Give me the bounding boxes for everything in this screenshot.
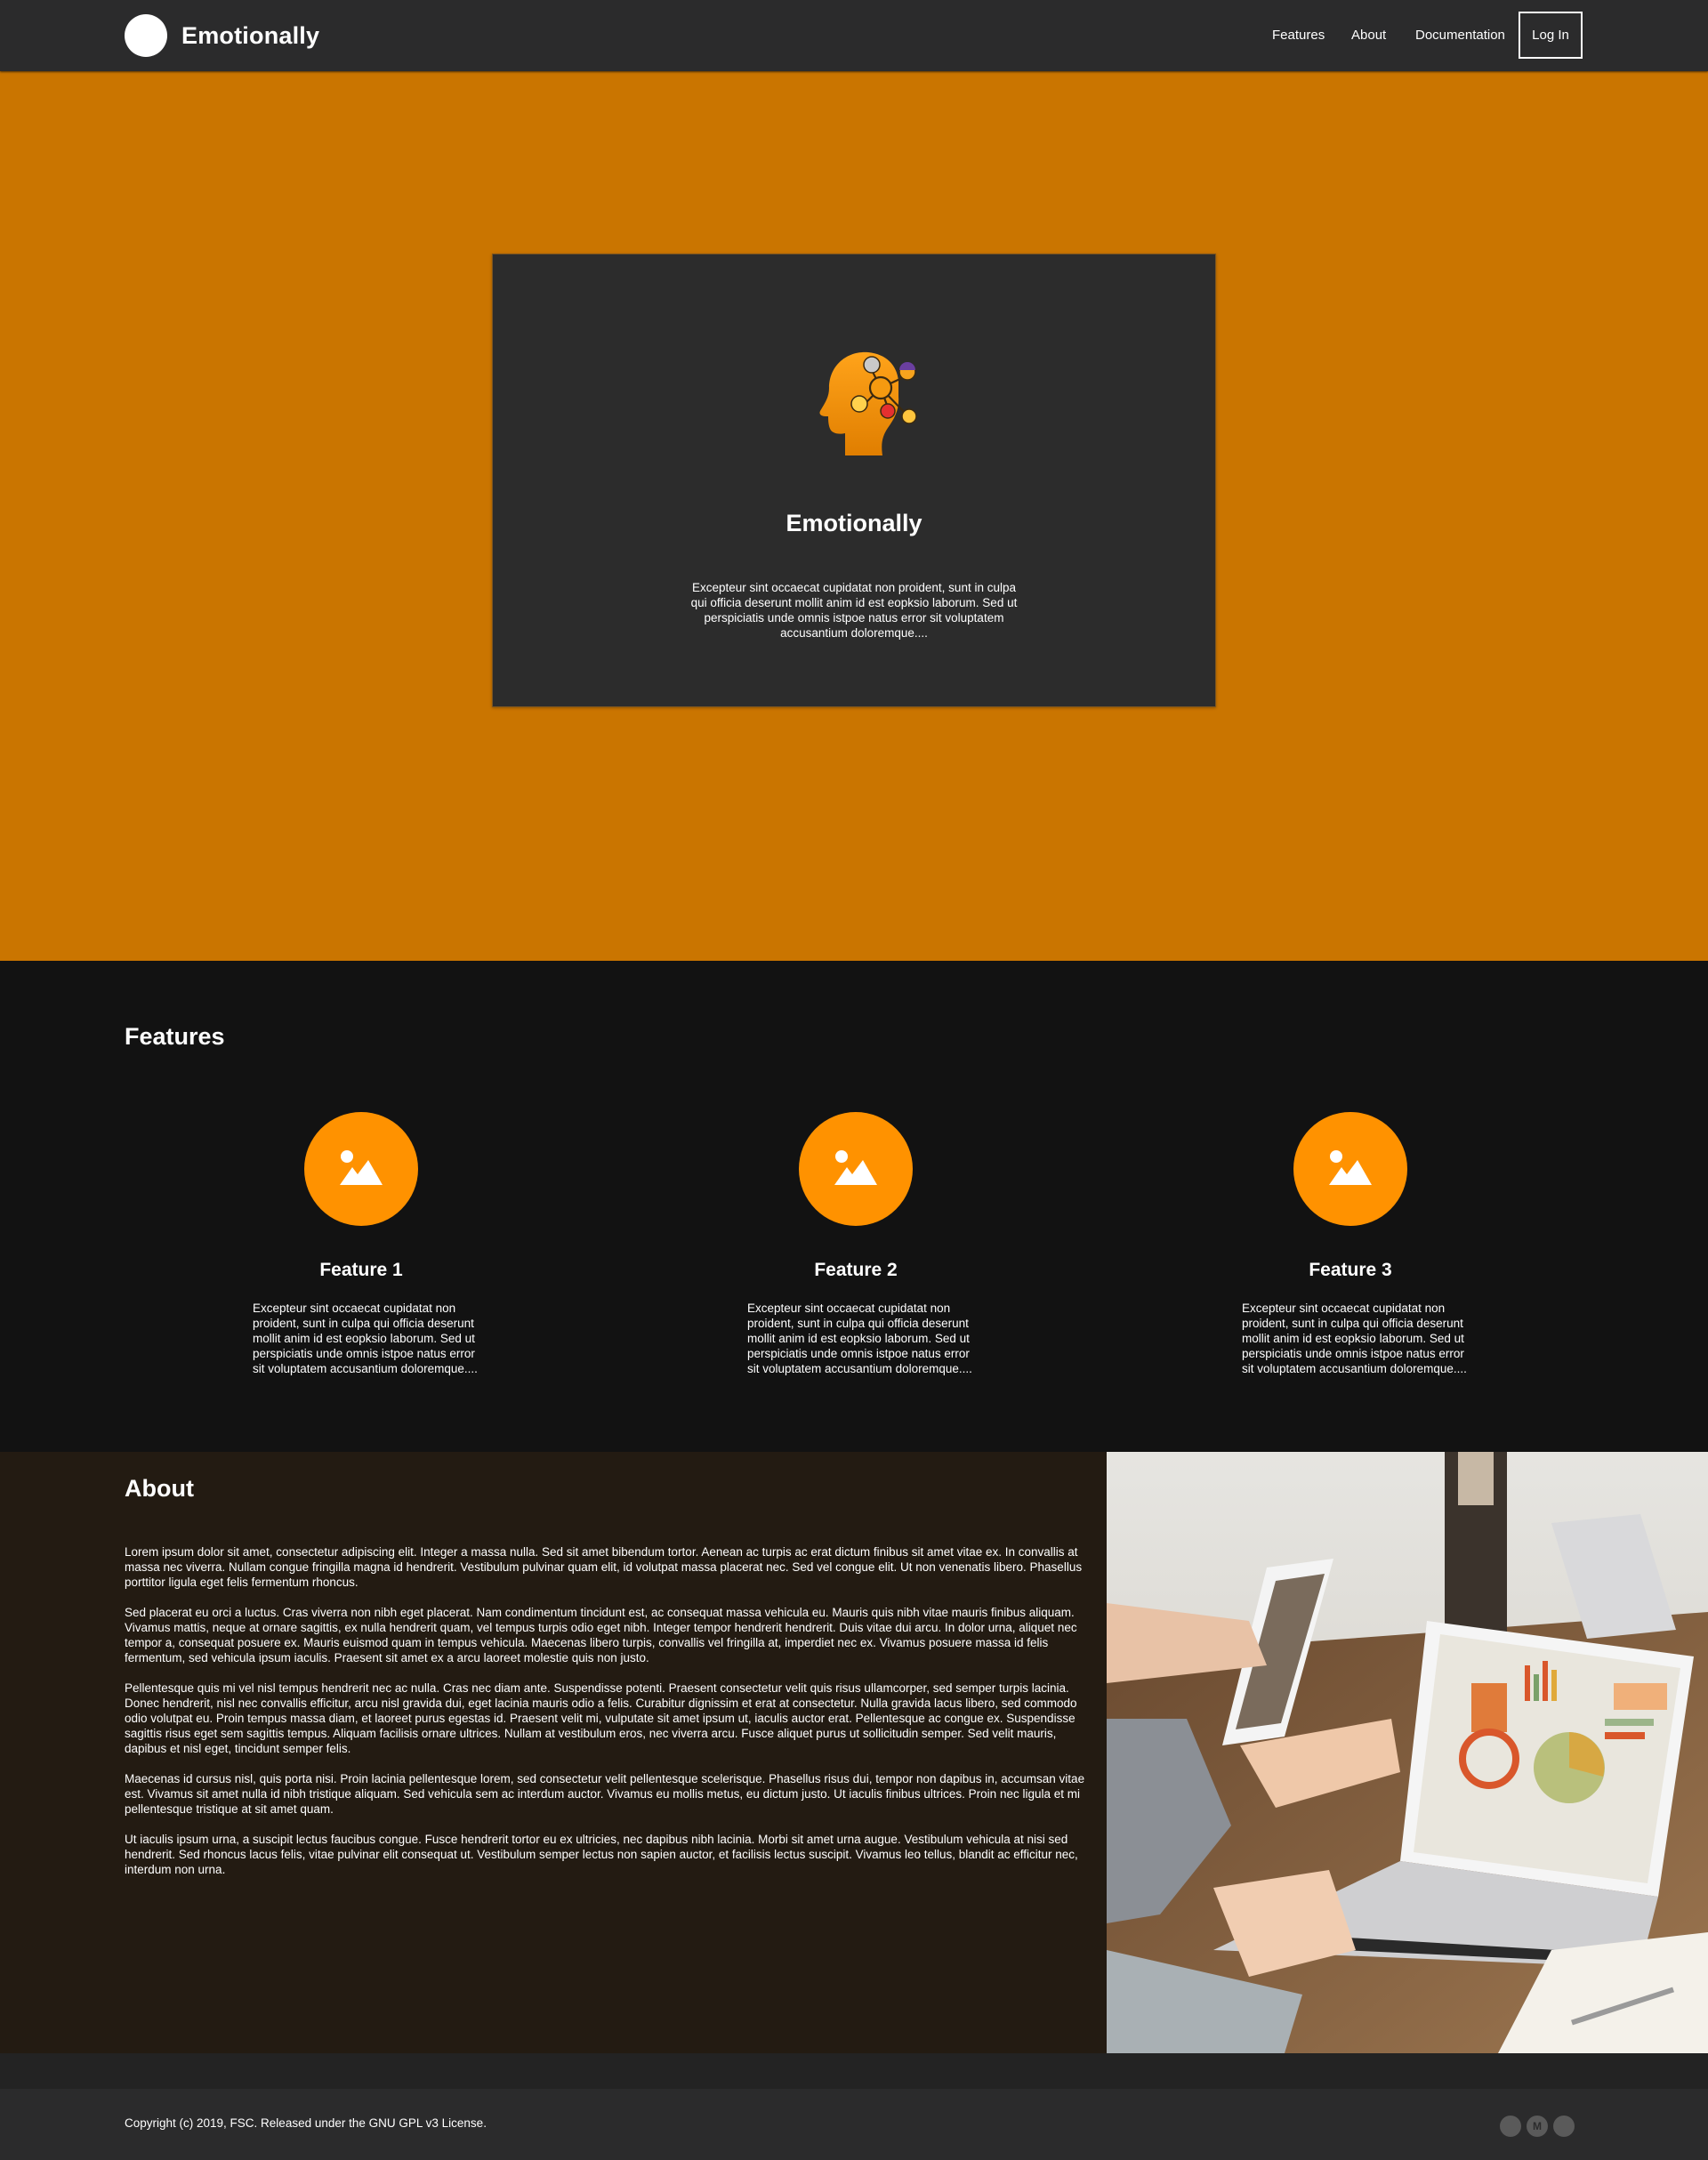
nav-link-features[interactable]: Features <box>1272 27 1325 44</box>
about-paragraph: Ut iaculis ipsum urna, a suscipit lectus… <box>125 1833 1078 1876</box>
feature-1-image-circle <box>304 1112 418 1226</box>
nav-link-about[interactable]: About <box>1351 27 1386 44</box>
footer: Copyright (c) 2019, FSC. Released under … <box>0 2089 1708 2160</box>
feature-3-text: Excepteur sint occaecat cupidatat non pr… <box>1242 1302 1467 1375</box>
feature-3-image-circle <box>1293 1112 1407 1226</box>
brand-logo[interactable] <box>125 14 167 57</box>
hero-description: Excepteur sint occaecat cupidatat non pr… <box>690 581 1018 640</box>
about-paragraph: Sed placerat eu orci a luctus. Cras vive… <box>125 1606 1077 1664</box>
medium-icon[interactable]: M <box>1527 2116 1548 2137</box>
emotion-head-icon <box>819 351 917 455</box>
laptop-photo-illustration <box>1107 1452 1708 2053</box>
feature-2-text: Excepteur sint occaecat cupidatat non pr… <box>747 1302 972 1375</box>
social-icon[interactable] <box>1553 2116 1575 2137</box>
footer-copyright: Copyright (c) 2019, FSC. Released under … <box>125 2116 487 2130</box>
about-title: About <box>125 1475 194 1502</box>
hero-title: Emotionally <box>786 510 922 536</box>
nav-link-documentation[interactable]: Documentation <box>1415 27 1505 44</box>
about-paragraph: Maecenas id cursus nisl, quis porta nisi… <box>125 1772 1085 1816</box>
about-paragraph: Lorem ipsum dolor sit amet, consectetur … <box>125 1545 1083 1589</box>
feature-2-title: Feature 2 <box>814 1260 898 1280</box>
image-placeholder-icon <box>1329 1150 1372 1185</box>
feature-2-image-circle <box>799 1112 913 1226</box>
hero-section: Emotionally Excepteur sint occaecat cupi… <box>0 71 1708 961</box>
image-placeholder-icon <box>834 1150 877 1185</box>
social-icon[interactable] <box>1500 2116 1521 2137</box>
feature-1-text: Excepteur sint occaecat cupidatat non pr… <box>253 1302 478 1375</box>
about-text: Lorem ipsum dolor sit amet, consectetur … <box>125 1544 1092 1892</box>
about-paragraph: Pellentesque quis mi vel nisl tempus hen… <box>125 1681 1077 1755</box>
navbar: Emotionally Features About Documentation… <box>0 0 1708 71</box>
features-section: Features Feature 1 Excepteur sint occaec… <box>0 961 1708 1452</box>
about-section: About Lorem ipsum dolor sit amet, consec… <box>0 1452 1107 2053</box>
feature-3-title: Feature 3 <box>1309 1260 1392 1280</box>
image-placeholder-icon <box>340 1150 383 1185</box>
laptop-analytics-photo <box>1107 1452 1708 2053</box>
brand-name[interactable]: Emotionally <box>181 20 319 52</box>
feature-1-title: Feature 1 <box>319 1260 403 1280</box>
features-title: Features <box>125 1023 225 1050</box>
login-button[interactable]: Log In <box>1519 12 1583 59</box>
hero-card: Emotionally Excepteur sint occaecat cupi… <box>492 254 1216 707</box>
